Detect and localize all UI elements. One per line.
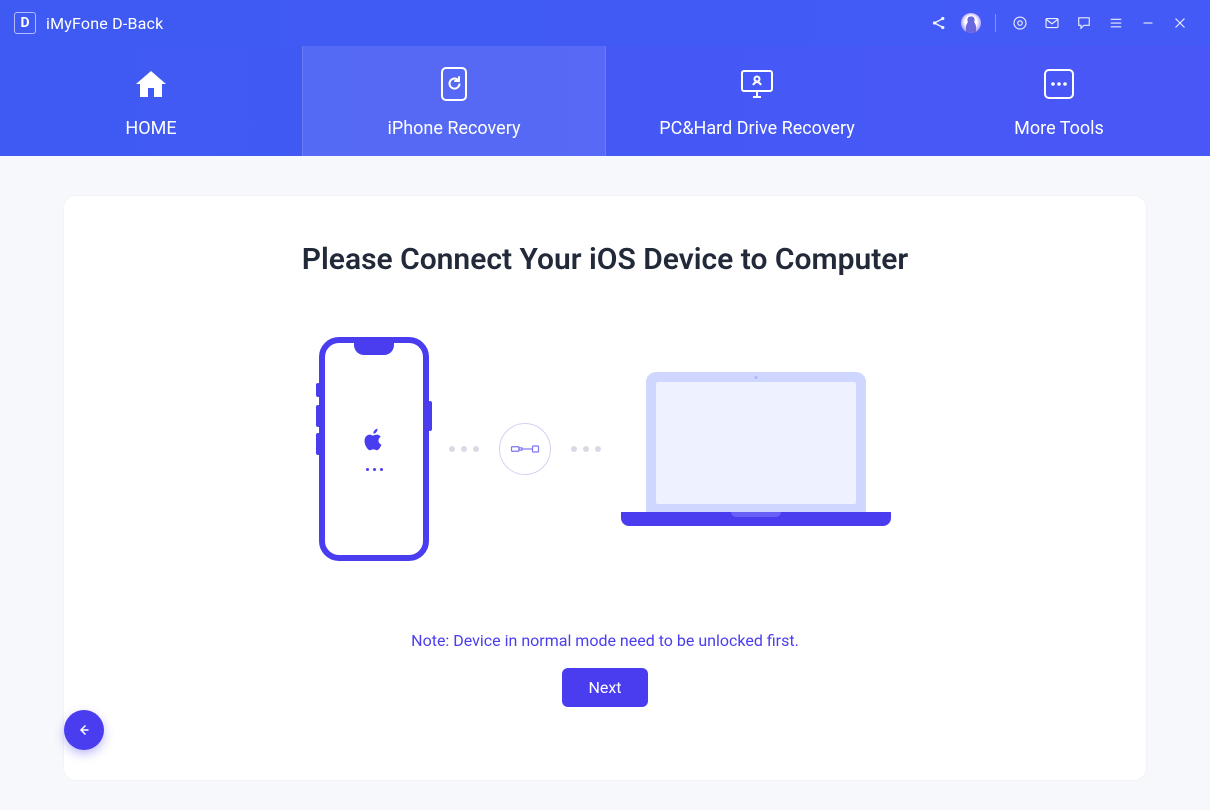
content-area: Please Connect Your iOS Device to Comput… bbox=[0, 156, 1210, 810]
next-button[interactable]: Next bbox=[562, 668, 647, 707]
connection-dots-left bbox=[449, 446, 479, 452]
nav-label: HOME bbox=[125, 118, 176, 139]
account-icon[interactable] bbox=[955, 7, 987, 39]
main-nav: HOME iPhone Recovery PC&Hard Drive Recov… bbox=[0, 46, 1210, 156]
iphone-graphic bbox=[319, 337, 429, 561]
nav-more-tools[interactable]: More Tools bbox=[908, 46, 1210, 156]
laptop-graphic bbox=[621, 372, 891, 526]
titlebar-divider bbox=[995, 14, 996, 32]
apple-icon bbox=[364, 428, 384, 458]
nav-pc-recovery[interactable]: PC&Hard Drive Recovery bbox=[606, 46, 908, 156]
titlebar: D iMyFone D-Back bbox=[0, 0, 1210, 46]
nav-iphone-recovery[interactable]: iPhone Recovery bbox=[302, 46, 606, 156]
nav-label: PC&Hard Drive Recovery bbox=[659, 118, 854, 139]
connection-dots-right bbox=[571, 446, 601, 452]
settings-icon[interactable] bbox=[1004, 7, 1036, 39]
app-logo: D bbox=[14, 12, 36, 34]
home-icon bbox=[131, 64, 171, 104]
page-headline: Please Connect Your iOS Device to Comput… bbox=[302, 242, 908, 277]
nav-label: More Tools bbox=[1014, 118, 1104, 139]
connect-illustration bbox=[319, 337, 891, 561]
minimize-button[interactable] bbox=[1132, 7, 1164, 39]
connect-card: Please Connect Your iOS Device to Comput… bbox=[64, 196, 1146, 780]
feedback-icon[interactable] bbox=[1068, 7, 1100, 39]
back-button[interactable] bbox=[64, 710, 104, 750]
app-title: iMyFone D-Back bbox=[46, 14, 163, 33]
cable-icon bbox=[499, 423, 551, 475]
share-icon[interactable] bbox=[923, 7, 955, 39]
mail-icon[interactable] bbox=[1036, 7, 1068, 39]
phone-refresh-icon bbox=[434, 64, 474, 104]
menu-icon[interactable] bbox=[1100, 7, 1132, 39]
monitor-recover-icon bbox=[737, 64, 777, 104]
nav-label: iPhone Recovery bbox=[388, 118, 521, 139]
close-button[interactable] bbox=[1164, 7, 1196, 39]
more-icon bbox=[1039, 64, 1079, 104]
unlock-note: Note: Device in normal mode need to be u… bbox=[411, 631, 799, 650]
nav-home[interactable]: HOME bbox=[0, 46, 302, 156]
